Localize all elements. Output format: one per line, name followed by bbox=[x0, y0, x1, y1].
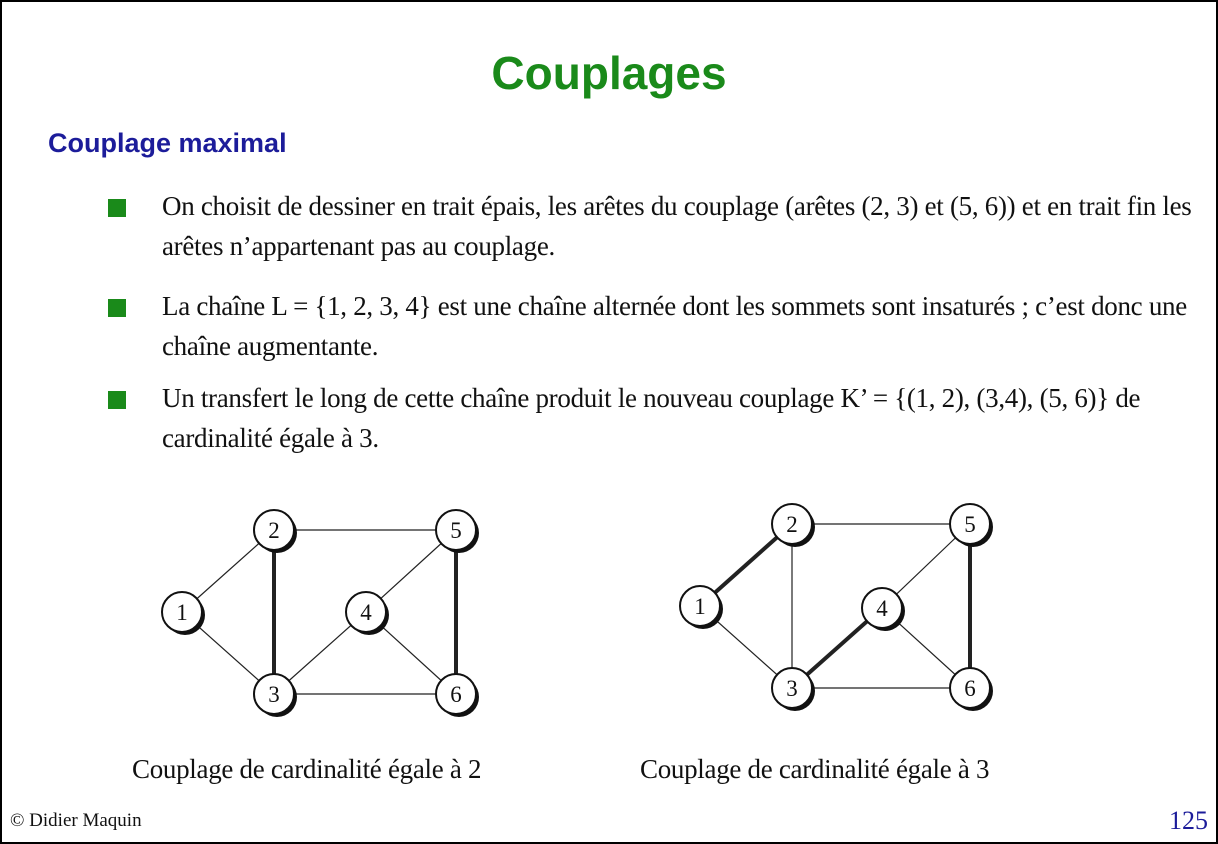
graph-caption-left: Couplage de cardinalité égale à 2 bbox=[132, 754, 482, 784]
node-label: 1 bbox=[694, 594, 706, 619]
node-label: 1 bbox=[176, 600, 188, 625]
graph-node-2: 2 bbox=[253, 509, 297, 553]
slide-title: Couplages bbox=[491, 47, 727, 99]
bullet-square-icon bbox=[108, 199, 126, 217]
bullet-item: La chaîne L = {1, 2, 3, 4} est une chaîn… bbox=[108, 286, 1212, 366]
graph-node-4: 4 bbox=[861, 587, 905, 631]
bullet-item: On choisit de dessiner en trait épais, l… bbox=[108, 186, 1212, 266]
bullet-item: Un transfert le long de cette chaîne pro… bbox=[108, 378, 1212, 458]
node-label: 3 bbox=[786, 676, 798, 701]
page-number: 125 bbox=[1169, 806, 1208, 835]
node-label: 6 bbox=[450, 682, 462, 707]
node-label: 4 bbox=[876, 596, 888, 621]
graph-node-4: 4 bbox=[345, 591, 389, 635]
bullet-square-icon bbox=[108, 299, 126, 317]
node-label: 5 bbox=[450, 518, 462, 543]
node-label: 4 bbox=[360, 600, 372, 625]
node-label: 6 bbox=[964, 676, 976, 701]
graph-node-1: 1 bbox=[161, 591, 205, 635]
bullet-text: La chaîne L = {1, 2, 3, 4} est une chaîn… bbox=[162, 291, 1187, 361]
bullet-text: Un transfert le long de cette chaîne pro… bbox=[162, 383, 1141, 453]
graph-node-6: 6 bbox=[949, 667, 993, 711]
graph-node-2: 2 bbox=[771, 503, 815, 547]
graph-matching-2: 1 2 3 4 5 6 bbox=[161, 509, 479, 717]
bullet-square-icon bbox=[108, 391, 126, 409]
graph-node-6: 6 bbox=[435, 673, 479, 717]
node-label: 5 bbox=[964, 512, 976, 537]
node-label: 2 bbox=[786, 512, 798, 537]
graph-caption-right: Couplage de cardinalité égale à 3 bbox=[640, 754, 990, 784]
graph-node-3: 3 bbox=[253, 673, 297, 717]
graph-matching-3: 1 2 3 4 5 6 bbox=[679, 503, 993, 711]
bullet-text: On choisit de dessiner en trait épais, l… bbox=[162, 191, 1192, 261]
node-label: 3 bbox=[268, 682, 280, 707]
graph-node-5: 5 bbox=[949, 503, 993, 547]
graph-node-5: 5 bbox=[435, 509, 479, 553]
section-subtitle: Couplage maximal bbox=[48, 128, 287, 158]
footer-copyright: © Didier Maquin bbox=[10, 810, 142, 831]
slide: Couplages Couplage maximal On choisit de… bbox=[0, 0, 1218, 844]
node-label: 2 bbox=[268, 518, 280, 543]
